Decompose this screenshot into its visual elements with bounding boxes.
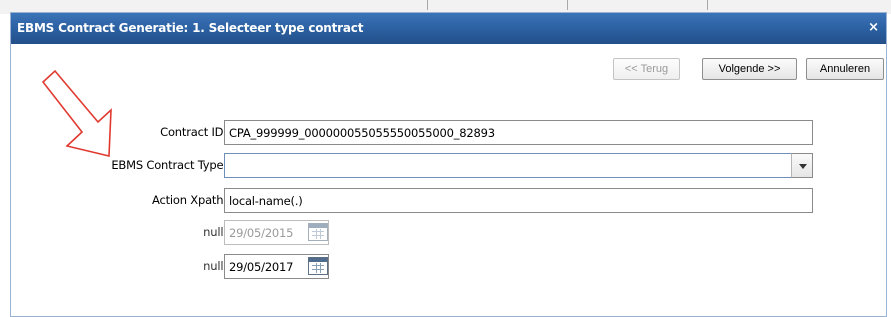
dialog-title: EBMS Contract Generatie: 1. Selecteer ty… (17, 21, 364, 35)
next-button[interactable]: Volgende >> (702, 58, 797, 80)
action-xpath-label: Action Xpath: (152, 193, 227, 207)
cancel-button[interactable]: Annuleren (806, 58, 884, 80)
back-button[interactable]: << Terug (613, 58, 680, 80)
close-icon[interactable]: × (868, 20, 879, 35)
red-arrow-annotation (41, 69, 112, 158)
chevron-down-icon (799, 164, 807, 169)
dialog-titlebar: EBMS Contract Generatie: 1. Selecteer ty… (11, 13, 886, 44)
calendar-icon[interactable] (308, 257, 328, 275)
background-column-divider (427, 0, 428, 10)
contract-type-dropdown-button[interactable] (791, 153, 813, 178)
contract-id-input[interactable]: CPA_999999_000000055055550055000_82893 (224, 120, 813, 145)
contract-type-label: EBMS Contract Type: (111, 158, 227, 172)
contract-wizard-dialog: EBMS Contract Generatie: 1. Selecteer ty… (10, 12, 887, 317)
contract-type-select[interactable] (224, 153, 792, 178)
action-xpath-input[interactable]: local-name(.) (224, 188, 813, 213)
calendar-icon[interactable] (308, 223, 328, 241)
background-column-divider (567, 0, 568, 10)
contract-id-label: Contract ID: (160, 125, 227, 139)
background-column-divider (707, 0, 708, 10)
